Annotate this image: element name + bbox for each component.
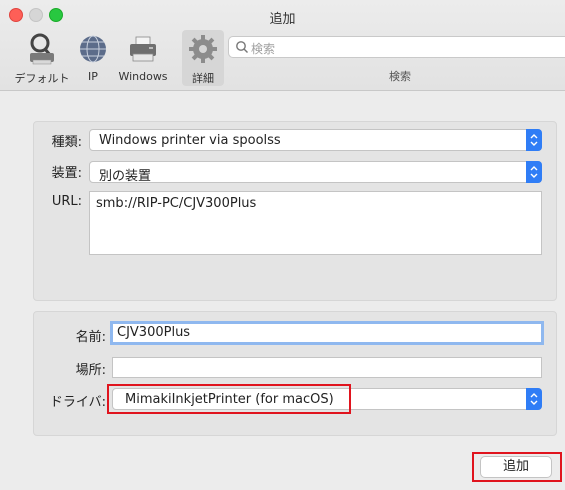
device-value: 別の装置 <box>99 169 152 184</box>
driver-label: ドライバ: <box>49 395 106 410</box>
device-popup[interactable]: 別の装置 <box>89 161 542 184</box>
window-title: 追加 <box>269 12 296 27</box>
chevron-up-down-icon <box>530 166 538 178</box>
window-titlebar: 追加 デフォルト IP Windows 詳細 検索 検索 <box>0 0 565 91</box>
url-field[interactable]: smb://RIP-PC/CJV300Plus <box>89 191 542 255</box>
search-caption: 検索 <box>389 70 411 83</box>
chevron-up-down-icon <box>530 393 538 405</box>
device-label: 装置: <box>51 166 82 181</box>
name-field[interactable]: CJV300Plus <box>110 321 544 345</box>
type-popup[interactable]: Windows printer via spoolss <box>89 129 542 151</box>
toolbar-ip-label: IP <box>88 70 98 83</box>
url-value: smb://RIP-PC/CJV300Plus <box>96 196 257 211</box>
toolbar-advanced-tab[interactable]: 詳細 <box>182 30 224 86</box>
location-field[interactable] <box>112 357 542 378</box>
type-popup-arrows <box>526 129 542 151</box>
name-value: CJV300Plus <box>117 325 191 340</box>
toolbar-advanced-label: 詳細 <box>192 72 214 85</box>
driver-popup-arrows <box>526 388 542 410</box>
windows-printer-icon <box>130 36 156 62</box>
location-label: 場所: <box>75 363 106 378</box>
toolbar-windows-tab[interactable]: Windows <box>117 32 169 83</box>
globe-icon <box>80 35 106 63</box>
toolbar-default-tab[interactable]: デフォルト <box>14 32 70 86</box>
toolbar-ip-tab[interactable]: IP <box>76 32 110 83</box>
url-label: URL: <box>51 194 82 209</box>
search-input[interactable]: 検索 <box>228 36 565 58</box>
default-printer-icon <box>30 33 54 65</box>
chevron-up-down-icon <box>530 134 538 146</box>
toolbar-default-label: デフォルト <box>14 72 70 85</box>
name-label: 名前: <box>75 330 106 345</box>
search-icon <box>236 41 248 53</box>
search-placeholder: 検索 <box>251 42 276 56</box>
toolbar-windows-label: Windows <box>118 70 168 83</box>
gear-icon <box>189 35 217 63</box>
driver-highlight-box <box>107 384 351 414</box>
type-label: 種類: <box>51 135 82 150</box>
add-highlight-box <box>472 452 562 482</box>
type-value: Windows printer via spoolss <box>99 133 281 148</box>
device-popup-arrows <box>526 161 542 183</box>
